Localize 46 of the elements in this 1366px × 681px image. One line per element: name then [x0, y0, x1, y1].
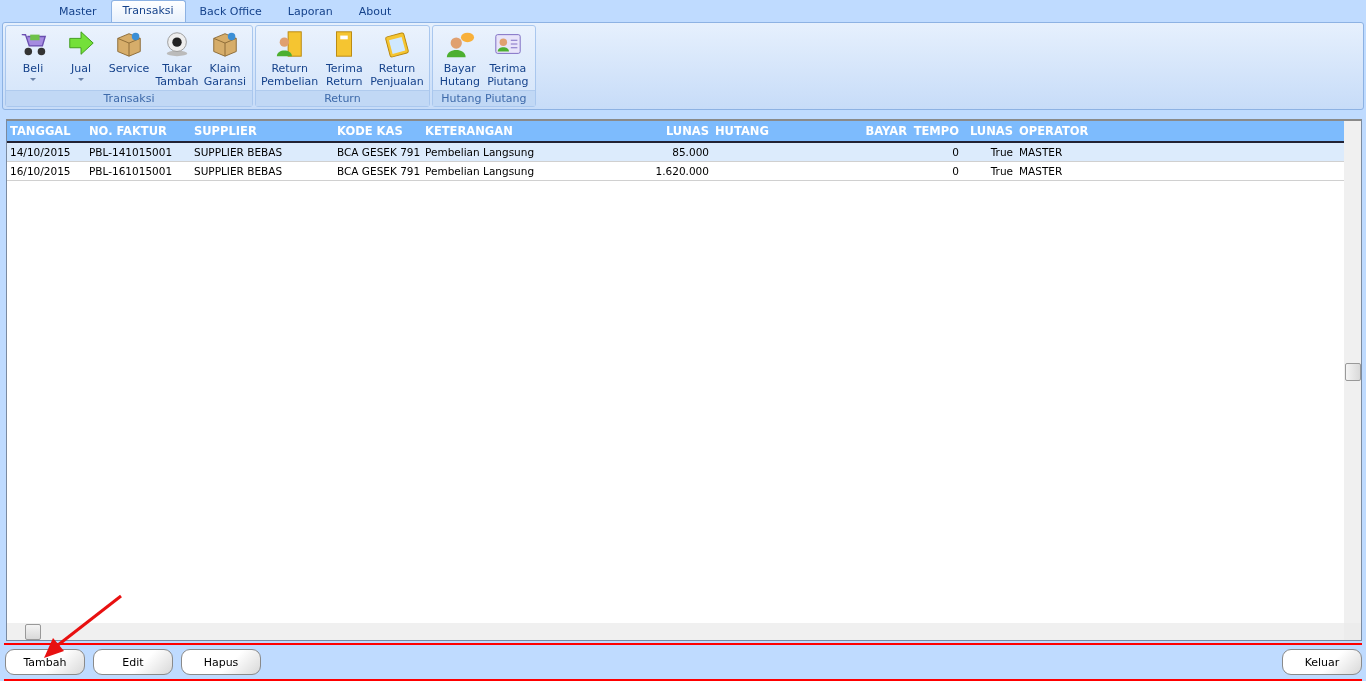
table-cell-text: MASTER	[1018, 164, 1064, 179]
ribbon-button[interactable]: Return Penjualan	[368, 28, 426, 90]
ribbon-tab[interactable]: Transaksi	[110, 0, 186, 22]
table-cell-text: BCA GESEK 791	[336, 164, 422, 179]
group-title: Transaksi	[6, 90, 252, 106]
table-cell-text: SUPPLIER BEBAS	[193, 164, 284, 179]
footer-button[interactable]: Tambah	[5, 649, 85, 675]
ribbon-button[interactable]: Jual	[57, 28, 105, 90]
ribbon-tab[interactable]: Master	[47, 1, 109, 22]
table-cell-text: 1.620.000	[654, 164, 710, 179]
footer-button[interactable]: Edit	[93, 649, 173, 675]
scrollbar-corner	[1344, 623, 1361, 640]
table-cell-text: PBL-161015001	[88, 164, 174, 179]
ribbon-button[interactable]: Tukar Tambah	[153, 28, 201, 90]
footer-button[interactable]: Hapus	[181, 649, 261, 675]
footer-button[interactable]: Keluar	[1282, 649, 1362, 675]
table-cell-text: 85.000	[671, 145, 710, 160]
horizontal-scrollbar[interactable]	[7, 623, 1344, 640]
group-title: Hutang Piutang	[432, 90, 535, 106]
table-cell-text: True	[989, 145, 1014, 160]
table-cell-text: Pembelian Langsung	[424, 164, 536, 179]
table-cell-text: BCA GESEK 791	[336, 145, 422, 160]
ribbon-tab[interactable]: Laporan	[275, 1, 345, 22]
ribbon-button[interactable]: Terima Piutang	[483, 28, 532, 90]
table-row[interactable]: 16/10/2015 PBL-161015001 SUPPLIER BEBAS BCA GESEK 791 Pembelian Langsung 1.620.000 0 True MASTER	[7, 162, 1344, 181]
ribbon-button[interactable]: Service	[105, 28, 153, 90]
ribbon-button[interactable]: Bayar Hutang	[435, 28, 484, 90]
ribbon-tab[interactable]: Back Office	[187, 1, 274, 22]
ribbon-button[interactable]: Terima Return	[320, 28, 369, 90]
table-cell-text: Pembelian Langsung	[424, 145, 536, 160]
ribbon-button[interactable]: Return Pembelian	[259, 28, 321, 90]
ribbon-button[interactable]: Klaim Garansi	[201, 28, 249, 90]
table-cell-text: 16/10/2015	[9, 164, 72, 179]
table-cell-text: True	[989, 164, 1014, 179]
door-person-icon	[274, 29, 305, 59]
table-cell-text: MASTER	[1018, 145, 1064, 160]
table-cell-text: 0	[951, 164, 960, 179]
table-cell-text: SUPPLIER BEBAS	[193, 145, 284, 160]
vertical-scrollbar[interactable]	[1344, 121, 1361, 623]
table-row[interactable]: 14/10/2015 PBL-141015001 SUPPLIER BEBAS BCA GESEK 791 Pembelian Langsung 85.000 0 True MASTER	[7, 143, 1344, 162]
ribbon-tab[interactable]: About	[346, 1, 404, 22]
table-cell-text: 0	[951, 145, 960, 160]
group-title: Return	[256, 90, 429, 106]
ribbon-button[interactable]: Beli	[9, 28, 57, 90]
table-cell-text: 14/10/2015	[9, 145, 72, 160]
table-cell-text: PBL-141015001	[88, 145, 174, 160]
